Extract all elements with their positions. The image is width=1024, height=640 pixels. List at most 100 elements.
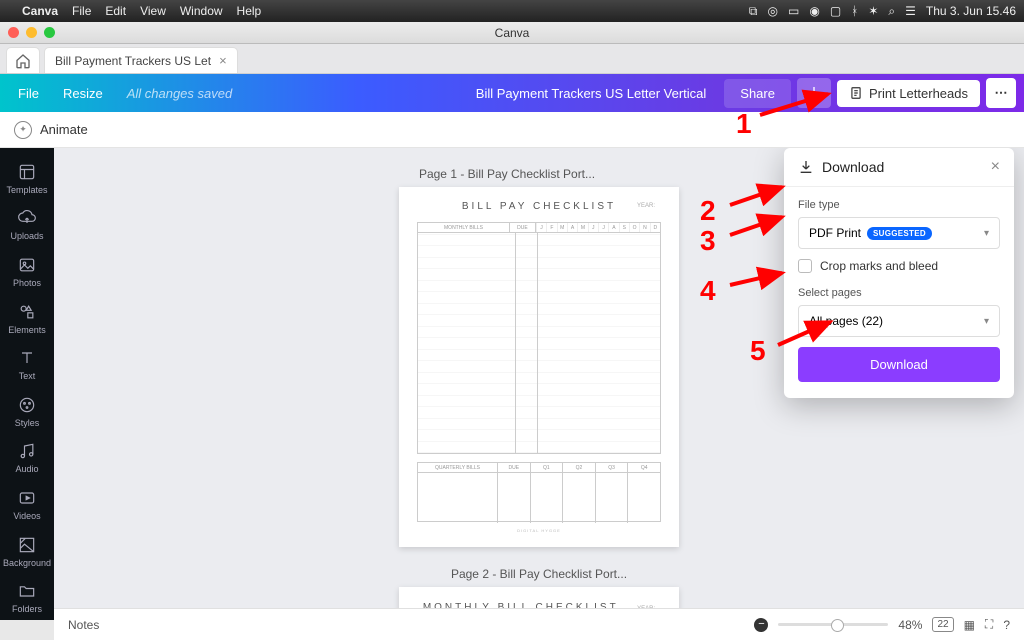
sidebar-item-photos[interactable]: Photos <box>0 249 54 294</box>
macos-menubar: Canva File Edit View Window Help ⧉ ◎ ▭ ◉… <box>0 0 1024 22</box>
doc1-col-quarterly: QUARTERLY BILLS <box>418 463 497 472</box>
suggested-badge: SUGGESTED <box>867 227 932 240</box>
download-panel-title: Download <box>822 159 884 175</box>
selectpages-label: Select pages <box>798 287 1000 299</box>
print-label: Print Letterheads <box>869 86 968 101</box>
filetype-value: PDF Print <box>809 226 861 240</box>
search-icon[interactable]: ⌕ <box>888 4 895 19</box>
tab-label: Bill Payment Trackers US Let <box>55 54 211 68</box>
download-button[interactable] <box>797 78 831 108</box>
sidebar-item-audio[interactable]: Audio <box>0 436 54 481</box>
window-title: Canva <box>495 26 530 40</box>
sidebar-item-background[interactable]: Background <box>0 529 54 574</box>
more-button[interactable]: ⋯ <box>986 78 1016 108</box>
chevron-down-icon: ▾ <box>984 228 989 239</box>
doc1-quarterly-table: QUARTERLY BILLS DUE Q1 Q2 Q3 Q4 <box>417 462 661 522</box>
doc1-col-due: DUE <box>509 223 535 232</box>
toolbar-docname[interactable]: Bill Payment Trackers US Letter Vertical <box>232 86 724 101</box>
window-close-icon[interactable] <box>8 27 19 38</box>
sidebar-item-folders[interactable]: Folders <box>0 575 54 620</box>
menu-window[interactable]: Window <box>180 4 223 18</box>
filetype-select[interactable]: PDF Print SUGGESTED ▾ <box>798 217 1000 249</box>
context-toolbar: ✦ Animate <box>0 112 1024 148</box>
window-titlebar: Canva <box>0 22 1024 44</box>
menu-help[interactable]: Help <box>237 4 262 18</box>
menu-file[interactable]: File <box>72 4 91 18</box>
page-1-document[interactable]: BILL PAY CHECKLIST YEAR: MONTHLY BILLS D… <box>399 187 679 547</box>
sidebar-item-label: Background <box>3 558 51 568</box>
sidebar-item-videos[interactable]: Videos <box>0 482 54 527</box>
sidebar-item-uploads[interactable]: Uploads <box>0 203 54 248</box>
toolbar-saved-status: All changes saved <box>127 86 233 101</box>
display-icon[interactable]: ▢ <box>830 4 841 18</box>
bottom-bar: Notes − 48% 22 ▦ ⛶ ? <box>54 608 1024 640</box>
crop-label: Crop marks and bleed <box>820 259 938 273</box>
download-confirm-label: Download <box>870 357 928 372</box>
menu-view[interactable]: View <box>140 4 166 18</box>
tab-document[interactable]: Bill Payment Trackers US Let × <box>44 47 238 73</box>
sidebar-item-label: Text <box>19 371 36 381</box>
menubar-appname[interactable]: Canva <box>22 4 58 18</box>
sidebar-item-label: Styles <box>15 418 40 428</box>
menu-edit[interactable]: Edit <box>105 4 126 18</box>
checkbox-icon <box>798 259 812 273</box>
sidebar-item-text[interactable]: Text <box>0 342 54 387</box>
flag-icon[interactable]: ▭ <box>788 4 799 18</box>
sidebar-item-label: Photos <box>13 278 41 288</box>
filetype-label: File type <box>798 199 1000 211</box>
close-panel-icon[interactable]: × <box>991 158 1000 176</box>
sidebar-item-label: Folders <box>12 604 42 614</box>
home-button[interactable] <box>6 47 40 73</box>
chevron-down-icon: ▾ <box>984 316 989 327</box>
share-button[interactable]: Share <box>724 79 791 108</box>
record-icon[interactable]: ◉ <box>809 4 819 18</box>
zoom-out-icon[interactable]: − <box>754 618 768 632</box>
selectpages-select[interactable]: All pages (22) ▾ <box>798 305 1000 337</box>
print-letterheads-button[interactable]: Print Letterheads <box>837 80 980 107</box>
toolbar-file[interactable]: File <box>8 86 39 101</box>
sidebar-item-label: Elements <box>8 325 46 335</box>
sidebar-item-styles[interactable]: Styles <box>0 389 54 434</box>
doc1-footer: DIGITAL HYGGE <box>417 528 661 533</box>
page-2-title[interactable]: Page 2 - Bill Pay Checklist Port... <box>94 567 984 581</box>
sidebar-item-elements[interactable]: Elements <box>0 296 54 341</box>
crop-marks-checkbox[interactable]: Crop marks and bleed <box>798 259 1000 273</box>
tabstrip: Bill Payment Trackers US Let × <box>0 44 1024 74</box>
fullscreen-icon[interactable]: ⛶ <box>985 617 993 632</box>
animate-icon: ✦ <box>14 121 32 139</box>
doc1-monthly-table: MONTHLY BILLS DUE JFMAMJJASOND <box>417 222 661 454</box>
doc1-year: YEAR: <box>637 203 655 209</box>
tab-close-icon[interactable]: × <box>219 53 227 68</box>
zoom-value[interactable]: 48% <box>898 618 922 632</box>
help-icon[interactable]: ? <box>1003 618 1010 632</box>
canvas-area[interactable]: Page 1 - Bill Pay Checklist Port... ⌃ ⌄ … <box>54 148 1024 620</box>
bluetooth-icon[interactable]: ᚼ <box>851 4 858 18</box>
window-zoom-icon[interactable] <box>44 27 55 38</box>
doc1-title: BILL PAY CHECKLIST <box>417 201 661 212</box>
zoom-slider[interactable] <box>778 623 888 626</box>
selectpages-value: All pages (22) <box>809 314 883 328</box>
doc1-col-monthly: MONTHLY BILLS <box>418 223 509 232</box>
control-center-icon[interactable]: ☰ <box>905 4 916 18</box>
page-count-badge[interactable]: 22 <box>932 617 953 632</box>
notes-button[interactable]: Notes <box>68 618 99 632</box>
download-confirm-button[interactable]: Download <box>798 347 1000 382</box>
sidebar-item-label: Uploads <box>10 231 43 241</box>
toolbar-resize[interactable]: Resize <box>63 86 103 101</box>
left-sidebar: Templates Uploads Photos Elements Text S… <box>0 148 54 620</box>
dropbox-icon[interactable]: ⧉ <box>749 4 758 19</box>
wifi-icon[interactable]: ✶ <box>868 4 878 18</box>
sidebar-item-label: Audio <box>15 464 38 474</box>
sidebar-item-templates[interactable]: Templates <box>0 156 54 201</box>
animate-button[interactable]: Animate <box>40 122 88 137</box>
share-label: Share <box>740 86 775 101</box>
window-minimize-icon[interactable] <box>26 27 37 38</box>
download-panel: Download × File type PDF Print SUGGESTED… <box>784 148 1014 398</box>
cc-icon[interactable]: ◎ <box>768 4 778 18</box>
main-toolbar: File Resize All changes saved Bill Payme… <box>0 74 1024 112</box>
menubar-clock[interactable]: Thu 3. Jun 15.46 <box>926 4 1016 18</box>
sidebar-item-label: Templates <box>6 185 47 195</box>
grid-view-icon[interactable]: ▦ <box>964 618 975 632</box>
download-icon <box>798 159 814 175</box>
page-1-title[interactable]: Page 1 - Bill Pay Checklist Port... <box>419 167 595 181</box>
